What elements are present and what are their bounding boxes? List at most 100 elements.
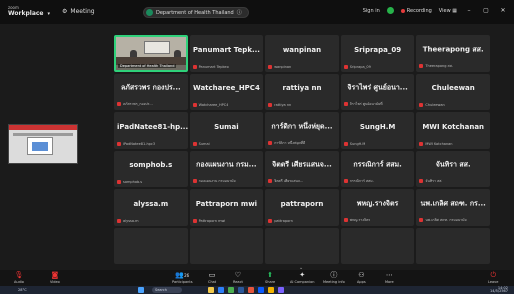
participant-tile[interactable]: ลภัสรวพร กองปร... ลภัสรวพร_กองปร...: [114, 73, 188, 110]
participant-tag: กรรณิการ์ สสม.: [343, 178, 374, 184]
mic-muted-icon: [192, 179, 197, 183]
more-label: More: [385, 280, 394, 284]
title-right-tools: Sign in Recording View ▦ – ▢ ✕: [363, 7, 508, 14]
mic-muted-icon: [117, 141, 121, 146]
mic-muted-icon: [117, 102, 121, 106]
participant-tile[interactable]: Sumai Sumai: [189, 112, 264, 149]
ai-companion-icon: ✦: [299, 271, 306, 279]
participant-tile[interactable]: rattiya nn rattiya nn: [265, 73, 339, 110]
react-button[interactable]: ♡ React: [233, 271, 243, 284]
participant-name: Chuleewan: [431, 84, 475, 93]
minimize-icon[interactable]: –: [464, 7, 474, 14]
leave-button[interactable]: ⏻ Leave: [488, 271, 498, 284]
participant-tile[interactable]: Watcharee_HPC4 Watcharee_HPC4: [189, 73, 264, 110]
zoom-icon[interactable]: [258, 287, 264, 293]
participant-tile[interactable]: กองแผนงาน กรม... กองแผนงาน กรมอนามัย: [189, 150, 264, 187]
participant-tile[interactable]: [189, 227, 264, 264]
video-button[interactable]: ◙ Video: [50, 271, 60, 284]
excel-icon[interactable]: [228, 287, 234, 293]
participant-tile[interactable]: [114, 227, 188, 264]
participant-tag-label: pattraporn: [274, 218, 293, 223]
react-label: React: [233, 280, 243, 284]
participant-tile[interactable]: การ์ดิกา หนึ่งห่ยุด... การ์ดิกา หนึ่งห่ยุ…: [265, 112, 339, 149]
participant-tag: Sumai: [192, 141, 210, 146]
participant-tile[interactable]: MWI Kotchanan MWI Kotchanan: [416, 112, 490, 149]
participant-tile[interactable]: Chuleewan Chuleewan: [416, 73, 490, 110]
participant-tag-label: Watcharee_HPC4: [198, 103, 229, 107]
participant-tag-label: Chuleewan: [425, 103, 445, 107]
participant-tag: iPadNatee81-hpc3: [117, 141, 155, 146]
meeting-menu[interactable]: ⚙ Meeting: [62, 8, 95, 15]
participant-tile[interactable]: จันทิรา สส. จันทิรา สส.: [416, 150, 490, 187]
participant-tile[interactable]: จิตตรี เศียรแสนจ... จิตตรี เศียรแสนจ...: [265, 150, 339, 187]
chevron-down-icon[interactable]: ▾: [48, 11, 51, 17]
participant-tag-label: จันทิรา สส.: [425, 179, 443, 183]
recording-indicator[interactable]: Recording: [400, 8, 432, 14]
chat-label: Chat: [208, 280, 217, 284]
shared-screen-thumbnail[interactable]: [8, 124, 78, 164]
more-button[interactable]: ⋯ More: [385, 271, 394, 284]
participant-tag-label: somphob.s: [123, 180, 143, 184]
mic-muted-icon: [419, 63, 424, 68]
participants-icon: 👥26: [175, 271, 190, 279]
mic-muted-icon: [268, 103, 273, 107]
file-explorer-icon[interactable]: [208, 287, 214, 293]
chrome-icon[interactable]: [268, 287, 274, 293]
apps-label: Apps: [357, 280, 366, 284]
participant-tile[interactable]: Sriprapa_09 Sriprapa_09: [340, 35, 415, 72]
participant-tile[interactable]: pattraporn pattraporn: [265, 189, 339, 226]
start-icon[interactable]: [138, 287, 144, 293]
edge-icon[interactable]: [218, 287, 224, 293]
participant-tile[interactable]: นพ.เกลิศ สถฑ. กร... นพ.เกลิศ สถฑ. กรมอนาม…: [416, 189, 490, 226]
maximize-icon[interactable]: ▢: [481, 7, 491, 14]
participants-label: Participants: [172, 280, 193, 284]
mic-muted-icon: [192, 103, 197, 107]
participant-tag: rattiya nn: [268, 103, 291, 107]
participant-name: pattraporn: [280, 199, 324, 208]
participant-tag-label: นพ.เกลิศ สถฑ. กรมอนามัย: [425, 217, 467, 222]
participant-grid: Department of Health Thailand Panumart Te…: [114, 35, 490, 264]
participant-tile[interactable]: Theerapong สส. Theerapong สส.: [416, 35, 490, 72]
participant-tile[interactable]: somphob.s somphob.s: [114, 150, 188, 187]
taskbar-search[interactable]: Search: [152, 287, 182, 293]
mic-muted-icon: [192, 141, 197, 146]
audio-label: Audio: [14, 280, 24, 284]
share-label: Share: [265, 280, 276, 284]
video-screen: [144, 41, 170, 54]
participant-tile[interactable]: จิราไพร่ ศูนย์อนา... จิราไพร่ ศูนย์อนามัย…: [340, 73, 415, 110]
meeting-info-button[interactable]: ⓘ Meeting info: [323, 271, 345, 284]
participant-tile[interactable]: SungH.M SungH.M: [340, 112, 415, 149]
participant-tile[interactable]: [340, 227, 415, 264]
participant-tile[interactable]: alyssa.m alyssa.m: [114, 189, 188, 226]
word-icon[interactable]: [238, 287, 244, 293]
mic-muted-icon: [419, 103, 424, 107]
participant-tag: pattraporn: [268, 218, 293, 223]
participant-tile[interactable]: Panumart Tepk... Panumart Tepkeo: [189, 35, 264, 72]
audio-button[interactable]: 🎙 Audio: [14, 271, 24, 284]
view-button[interactable]: View ▦: [439, 8, 457, 14]
chat-button[interactable]: ▭ Chat: [208, 271, 216, 284]
sign-in-link[interactable]: Sign in: [363, 8, 380, 14]
system-tray[interactable]: 14:02 14/5/2567: [490, 286, 508, 293]
participant-tile[interactable]: iPadNatee81-hp... iPadNatee81-hpc3: [114, 112, 188, 149]
weather-widget[interactable]: 28°C: [18, 288, 27, 292]
participant-tile[interactable]: wanpinan wanpinan: [265, 35, 339, 72]
teams-icon[interactable]: [278, 287, 284, 293]
participant-tile[interactable]: พหญ.รางจิตร พหญ.รางจิตร: [340, 189, 415, 226]
participant-tile[interactable]: Pattraporn mwi Pattraporn mwi: [189, 189, 264, 226]
ai-companion-button[interactable]: ✦ AI Companion: [290, 271, 314, 284]
participant-tile[interactable]: [265, 227, 339, 264]
participant-tag-label: จิราไพร่ ศูนย์อนามัยที่: [349, 102, 383, 106]
close-icon[interactable]: ✕: [498, 7, 508, 14]
powerpoint-icon[interactable]: [248, 287, 254, 293]
apps-button[interactable]: ⚇ Apps: [357, 271, 366, 284]
participant-tile[interactable]: [416, 227, 490, 264]
participant-tag: Sriprapa_09: [343, 64, 371, 69]
share-button[interactable]: ⬆ Share: [265, 271, 275, 284]
participant-tile[interactable]: กรรณิการ์ สสม. กรรณิการ์ สสม.: [340, 150, 415, 187]
participants-button[interactable]: 👥26 Participants: [172, 271, 193, 284]
participant-name: SungH.M: [359, 122, 396, 131]
grid-view-icon: ▦: [452, 7, 457, 14]
security-pill[interactable]: Department of Health Thailand ⓘ: [143, 7, 249, 18]
active-speaker-tile[interactable]: Department of Health Thailand: [114, 35, 188, 72]
